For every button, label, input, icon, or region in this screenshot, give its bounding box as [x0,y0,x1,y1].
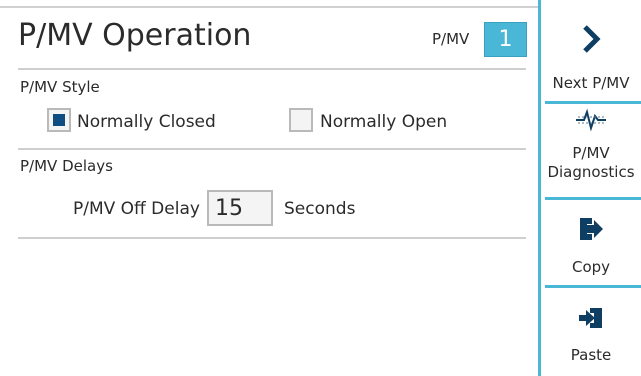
normally-open-label[interactable]: Normally Open [320,112,447,132]
divider [18,68,526,70]
seconds-unit-label: Seconds [284,199,356,219]
softkey-sidebar: Next P/MV P/MV Diagnostics Copy Paste [541,0,641,376]
off-delay-label: P/MV Off Delay [73,199,200,219]
pmv-diagnostics-button[interactable]: P/MV Diagnostics [541,108,641,182]
paste-button[interactable]: Paste [541,306,641,365]
main-panel: P/MV Operation P/MV 1 P/MV Style Normall… [0,0,641,376]
pmv-diagnostics-label-line2: Diagnostics [547,163,635,181]
copy-arrow-icon [578,216,604,242]
page-title: P/MV Operation [18,18,252,53]
normally-closed-label[interactable]: Normally Closed [77,112,216,132]
style-section-label: P/MV Style [20,78,100,96]
next-pmv-button[interactable]: Next P/MV [541,22,641,93]
off-delay-input[interactable] [207,190,273,226]
normally-closed-checkbox[interactable] [47,108,71,132]
paste-label: Paste [570,346,612,364]
pmv-diagnostics-label-line1: P/MV [572,144,610,162]
next-pmv-label: Next P/MV [552,74,630,92]
divider [18,237,526,239]
pmv-selector-label: P/MV [432,30,470,48]
copy-button[interactable]: Copy [541,216,641,277]
pmv-number-selector[interactable]: 1 [484,22,527,57]
copy-label: Copy [571,258,611,276]
normally-open-checkbox[interactable] [289,108,313,132]
sidebar-separator [545,285,641,288]
pulse-icon [574,108,608,132]
sidebar-separator [545,197,641,200]
paste-arrow-icon [578,306,604,330]
delays-section-label: P/MV Delays [20,157,113,175]
chevron-right-icon [578,22,604,56]
divider [18,148,526,150]
sidebar-separator [545,101,641,104]
